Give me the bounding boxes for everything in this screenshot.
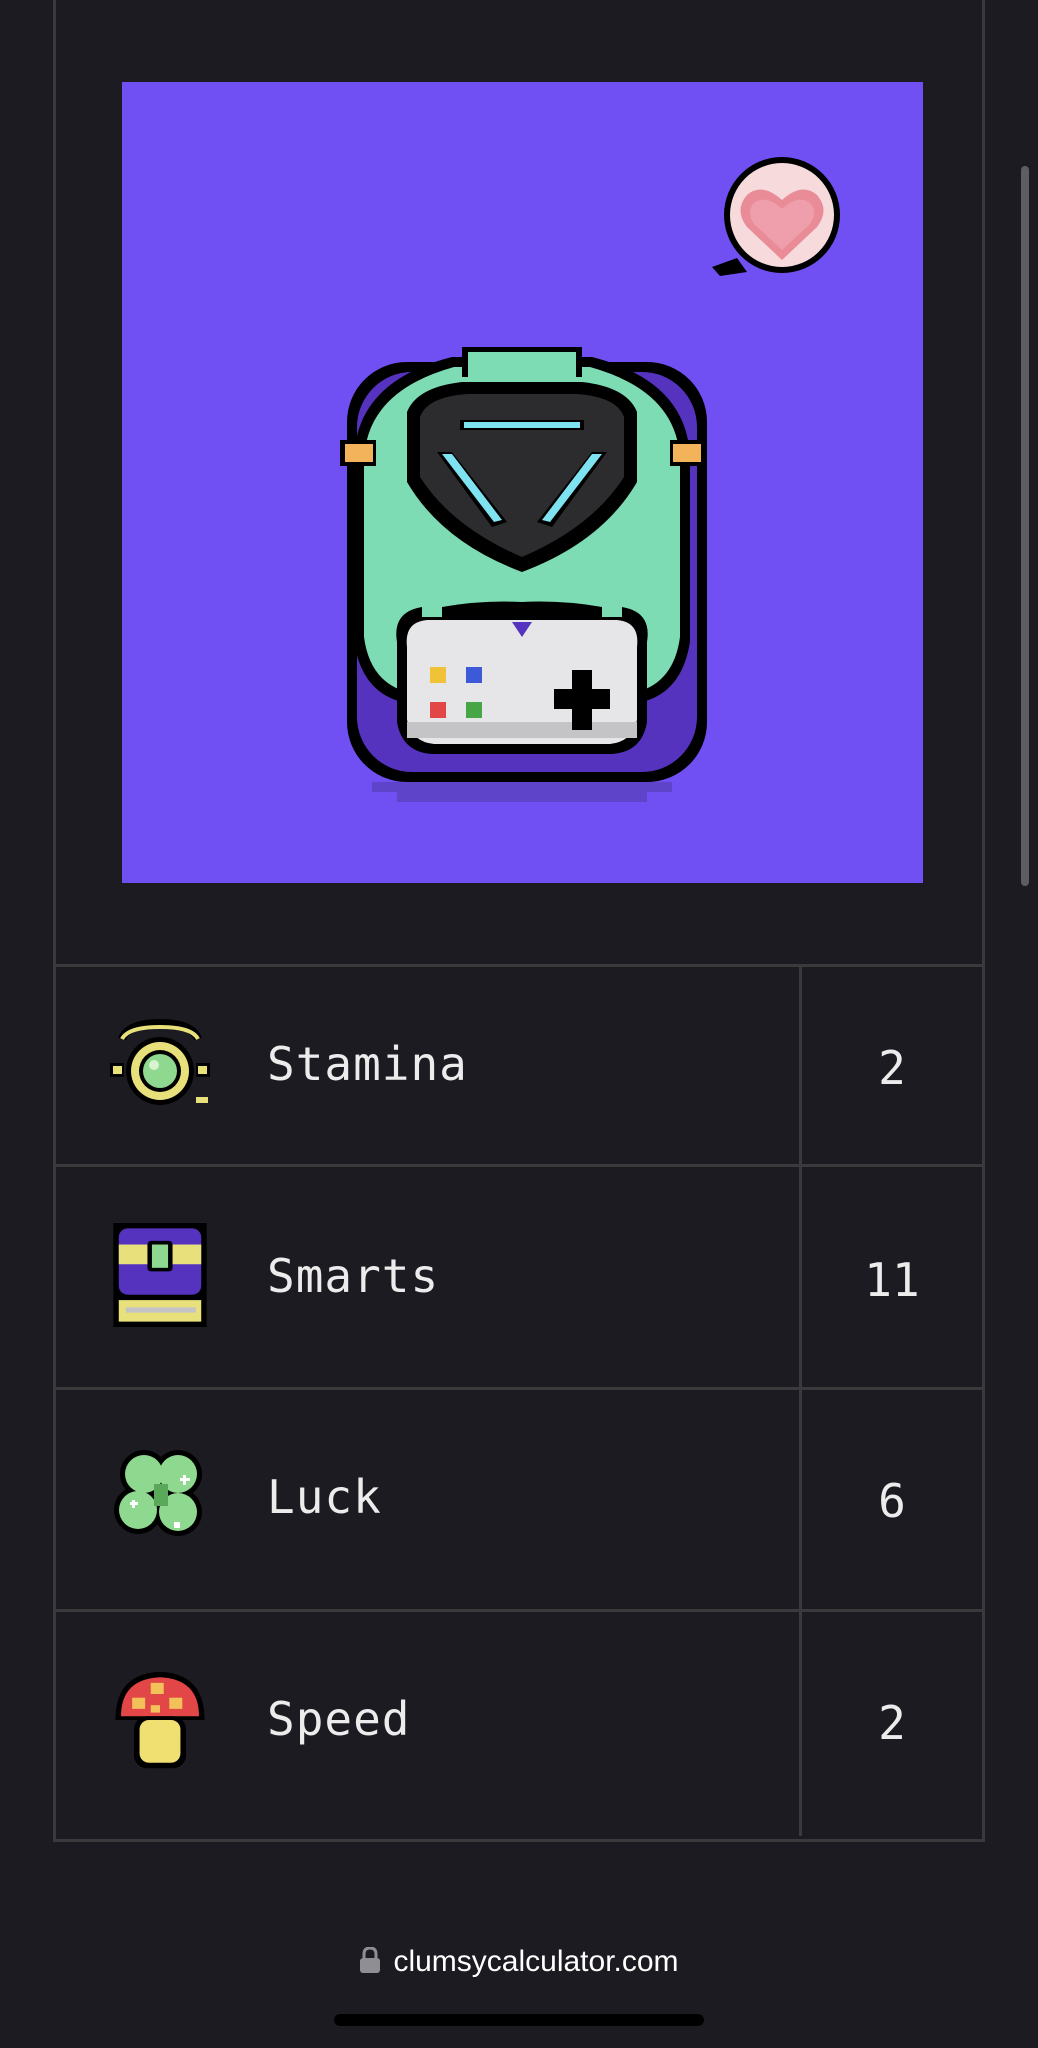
artwork-area [56, 0, 982, 967]
lock-icon [360, 1947, 381, 1974]
stat-row-speed: Speed 2 [56, 1612, 982, 1836]
stat-label: Stamina [267, 1037, 468, 1091]
stat-label: Speed [267, 1692, 411, 1746]
url-display[interactable]: clumsycalculator.com [0, 1934, 1038, 1990]
scrollbar[interactable] [1021, 166, 1029, 886]
stat-value: 2 [878, 1696, 906, 1750]
stat-row-smarts: Smarts 11 [56, 1167, 982, 1390]
clover-icon [114, 1450, 202, 1536]
stats-table: Stamina 2 Smarts 11 Luck 6 Speed 2 [56, 967, 982, 1836]
book-icon [113, 1223, 207, 1327]
browser-address-bar[interactable]: clumsycalculator.com [0, 1912, 1038, 2048]
stat-value: 2 [878, 1041, 906, 1095]
stat-value: 6 [878, 1474, 906, 1528]
heart-bubble-icon [712, 157, 840, 276]
stat-label: Luck [267, 1470, 382, 1524]
character-card: Stamina 2 Smarts 11 Luck 6 Speed 2 [53, 0, 985, 1842]
controller-icon [396, 601, 648, 754]
stat-value: 11 [864, 1253, 920, 1307]
page: Stamina 2 Smarts 11 Luck 6 Speed 2 clums… [0, 0, 1038, 2048]
home-indicator[interactable] [334, 2014, 704, 2026]
mushroom-icon [115, 1671, 205, 1769]
shadow-shape [397, 790, 647, 802]
character-artwork [122, 82, 923, 883]
amulet-icon [110, 1018, 210, 1105]
stat-label: Smarts [267, 1249, 440, 1303]
stat-row-luck: Luck 6 [56, 1390, 982, 1612]
pixel-character-image [340, 157, 840, 802]
stat-row-stamina: Stamina 2 [56, 967, 982, 1167]
url-text: clumsycalculator.com [393, 1945, 679, 1978]
